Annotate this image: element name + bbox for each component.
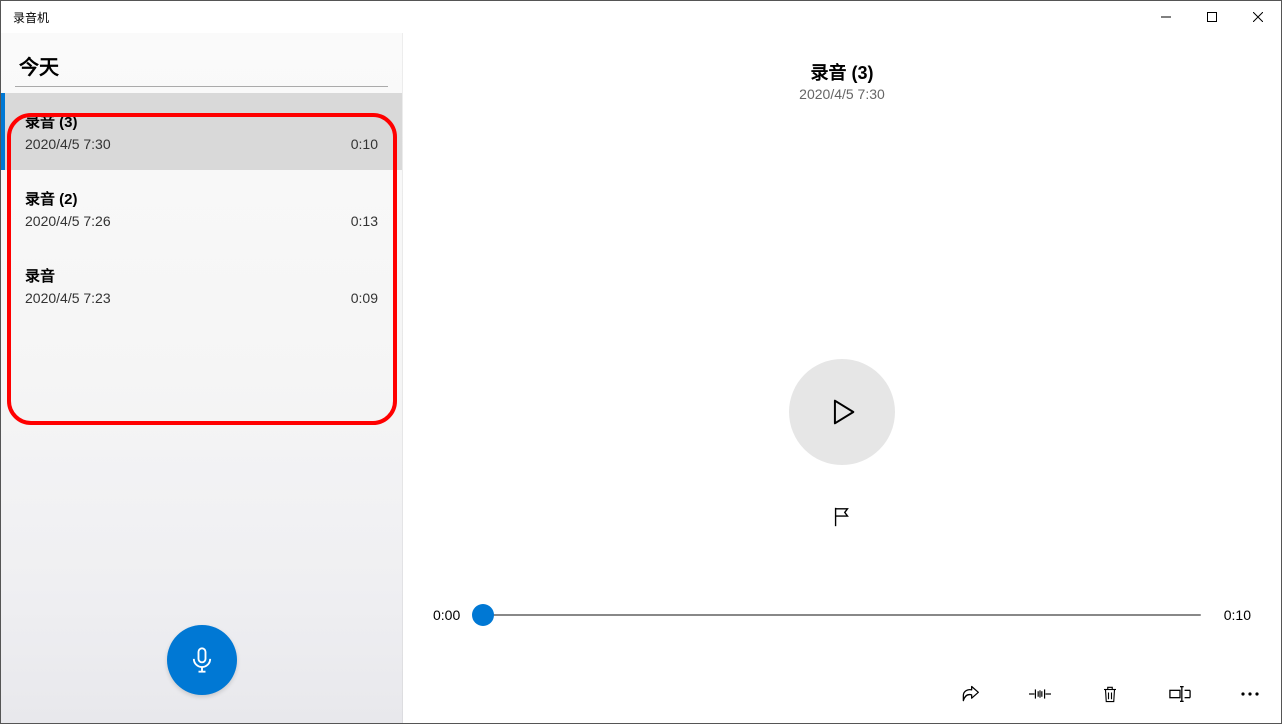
flag-icon bbox=[831, 506, 853, 528]
record-button[interactable] bbox=[167, 625, 237, 695]
maximize-icon bbox=[1207, 12, 1217, 22]
sidebar: 今天 录音 (3) 2020/4/5 7:30 0:10 录音 (2) 2020… bbox=[1, 33, 403, 723]
play-button[interactable] bbox=[789, 359, 895, 465]
microphone-icon bbox=[188, 646, 216, 674]
recording-item[interactable]: 录音 2020/4/5 7:23 0:09 bbox=[1, 247, 402, 324]
content-header: 录音 (3) 2020/4/5 7:30 bbox=[799, 59, 885, 102]
section-header-today: 今天 bbox=[1, 33, 402, 86]
timeline-thumb[interactable] bbox=[472, 604, 494, 626]
time-total: 0:10 bbox=[1213, 607, 1251, 623]
share-button[interactable] bbox=[953, 677, 987, 711]
time-current: 0:00 bbox=[433, 607, 471, 623]
recording-duration: 0:09 bbox=[351, 290, 378, 306]
app-title: 录音机 bbox=[13, 9, 49, 26]
recording-item[interactable]: 录音 (3) 2020/4/5 7:30 0:10 bbox=[1, 93, 402, 170]
delete-button[interactable] bbox=[1093, 677, 1127, 711]
close-icon bbox=[1253, 12, 1263, 22]
recording-duration: 0:10 bbox=[351, 136, 378, 152]
rename-button[interactable] bbox=[1163, 677, 1197, 711]
flag-button[interactable] bbox=[818, 493, 866, 541]
section-divider bbox=[15, 86, 388, 87]
more-button[interactable] bbox=[1233, 677, 1267, 711]
content-title: 录音 (3) bbox=[799, 59, 885, 85]
trim-button[interactable] bbox=[1023, 677, 1057, 711]
ellipsis-icon bbox=[1241, 692, 1259, 696]
minimize-icon bbox=[1161, 12, 1171, 22]
playback-timeline: 0:00 0:10 bbox=[433, 607, 1251, 623]
recording-duration: 0:13 bbox=[351, 213, 378, 229]
recording-title: 录音 (3) bbox=[25, 111, 378, 132]
timeline-track[interactable] bbox=[483, 614, 1201, 616]
trash-icon bbox=[1101, 684, 1119, 704]
recording-datetime: 2020/4/5 7:23 bbox=[25, 290, 111, 306]
titlebar: 录音机 bbox=[1, 1, 1281, 33]
recording-item[interactable]: 录音 (2) 2020/4/5 7:26 0:13 bbox=[1, 170, 402, 247]
content-pane: 录音 (3) 2020/4/5 7:30 0:00 0:10 bbox=[403, 33, 1281, 723]
recordings-list: 录音 (3) 2020/4/5 7:30 0:10 录音 (2) 2020/4/… bbox=[1, 93, 402, 324]
minimize-button[interactable] bbox=[1143, 1, 1189, 33]
trim-icon bbox=[1029, 684, 1051, 704]
bottom-toolbar bbox=[953, 677, 1267, 711]
recording-title: 录音 (2) bbox=[25, 188, 378, 209]
share-icon bbox=[960, 684, 980, 704]
close-button[interactable] bbox=[1235, 1, 1281, 33]
recording-title: 录音 bbox=[25, 265, 378, 286]
maximize-button[interactable] bbox=[1189, 1, 1235, 33]
rename-icon bbox=[1169, 686, 1191, 702]
play-icon bbox=[825, 395, 859, 429]
content-datetime: 2020/4/5 7:30 bbox=[799, 86, 885, 102]
recording-datetime: 2020/4/5 7:30 bbox=[25, 136, 111, 152]
recording-datetime: 2020/4/5 7:26 bbox=[25, 213, 111, 229]
window-controls bbox=[1143, 1, 1281, 33]
